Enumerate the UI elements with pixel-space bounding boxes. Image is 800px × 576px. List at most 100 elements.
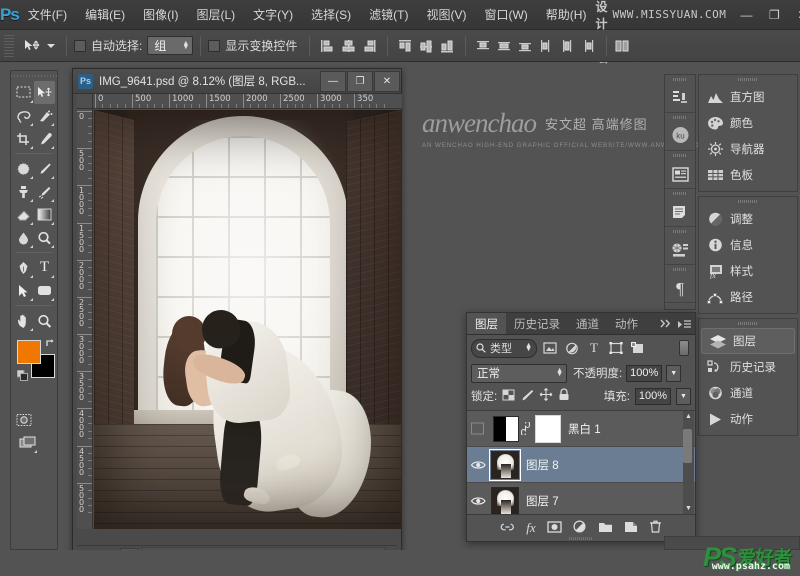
lock-transparent-pixels-icon[interactable] <box>502 389 515 404</box>
screen-mode-button[interactable] <box>17 431 38 454</box>
layer-thumbnail[interactable] <box>491 487 519 515</box>
panel-button-actions[interactable]: 动作 <box>699 406 797 432</box>
opacity-chevron-down-icon[interactable]: ▼ <box>666 365 681 382</box>
move-tool[interactable] <box>34 81 55 104</box>
tab-history[interactable]: 历史记录 <box>506 313 568 334</box>
horizontal-type-tool[interactable]: T <box>34 256 55 279</box>
swap-colors-icon[interactable] <box>45 338 56 349</box>
panel-button-paths[interactable]: 路径 <box>699 284 797 310</box>
menu-item-help[interactable]: 帮助(H) <box>537 4 596 26</box>
pen-tool[interactable] <box>13 256 34 279</box>
panel-menu-icon[interactable] <box>678 319 691 329</box>
layer-visibility-toggle[interactable] <box>467 447 489 483</box>
rectangular-marquee-tool[interactable] <box>13 81 34 104</box>
blur-tool[interactable] <box>13 226 34 249</box>
layer-name[interactable]: 图层 8 <box>526 457 559 473</box>
menu-item-edit[interactable]: 编辑(E) <box>76 4 134 26</box>
auto-align-layers-icon[interactable] <box>614 39 631 53</box>
scroll-down-arrow-icon[interactable]: ▼ <box>683 503 694 514</box>
layers-panel-resize-grip[interactable] <box>569 537 593 540</box>
lock-image-pixels-icon[interactable] <box>520 389 534 404</box>
align-bottom-edges-icon[interactable] <box>440 39 455 53</box>
minimize-button[interactable]: — <box>732 6 760 24</box>
lock-position-icon[interactable] <box>539 388 553 404</box>
panel-group-1-grip[interactable] <box>699 75 797 84</box>
opacity-value[interactable]: 100% <box>626 365 662 382</box>
horizontal-ruler[interactable]: 050010001500200025003000350 <box>93 94 402 109</box>
quick-selection-tool[interactable] <box>34 104 55 127</box>
filter-adjustment-icon[interactable] <box>563 339 581 358</box>
filter-type-icon[interactable]: T <box>585 339 603 358</box>
align-top-edges-icon[interactable] <box>398 39 413 53</box>
document-title-bar[interactable]: Ps IMG_9641.psd @ 8.12% (图层 8, RGB... — … <box>73 69 401 94</box>
table-row[interactable]: 图层 8 <box>467 447 695 483</box>
layer-mask-link-icon[interactable] <box>519 422 531 435</box>
zoom-tool[interactable] <box>34 309 55 332</box>
show-transform-controls-checkbox[interactable] <box>208 40 220 52</box>
mini-bridge-icon[interactable] <box>665 75 695 113</box>
layer-visibility-toggle[interactable] <box>467 411 489 447</box>
hand-tool[interactable] <box>13 309 34 332</box>
auto-select-dropdown[interactable]: 组 ▲▼ <box>147 36 193 55</box>
new-fill-adjustment-button[interactable] <box>573 520 587 536</box>
auto-select-checkbox[interactable] <box>74 40 86 52</box>
distribute-left-edges-icon[interactable] <box>539 39 554 53</box>
layer-thumbnail[interactable] <box>491 451 519 479</box>
close-button[interactable]: ✕ <box>788 6 800 24</box>
scrollbar-thumb[interactable] <box>683 429 692 463</box>
paragraph-icon[interactable]: ¶ <box>665 265 695 303</box>
panel-button-layers[interactable]: 图层 <box>701 328 795 354</box>
layer-style-button[interactable]: fx <box>526 520 535 536</box>
lock-all-icon[interactable] <box>558 388 570 404</box>
document-maximize-button[interactable]: ❐ <box>347 71 373 92</box>
filter-toggle-switch[interactable] <box>679 340 689 356</box>
canvas-area[interactable] <box>94 110 401 529</box>
layer-visibility-toggle[interactable] <box>467 483 489 516</box>
panel-button-navigator[interactable]: 导航器 <box>699 136 797 162</box>
expand-panels-icon[interactable] <box>660 319 673 328</box>
menu-item-filter[interactable]: 滤镜(T) <box>360 4 417 26</box>
distribute-top-edges-icon[interactable] <box>476 39 491 53</box>
3d-icon[interactable] <box>665 227 695 265</box>
table-row[interactable]: 图层 7 <box>467 483 695 515</box>
distribute-right-edges-icon[interactable] <box>581 39 596 53</box>
layer-name[interactable]: 图层 7 <box>526 493 559 509</box>
lasso-tool[interactable] <box>13 104 34 127</box>
delete-layer-button[interactable] <box>649 520 662 536</box>
measurement-log-icon[interactable] <box>665 151 695 189</box>
tool-preset-chevron-down-icon[interactable] <box>47 44 55 48</box>
menu-item-file[interactable]: 文件(F) <box>19 4 76 26</box>
layers-scrollbar[interactable]: ▲ ▼ <box>683 411 694 514</box>
align-left-edges-icon[interactable] <box>320 39 335 53</box>
align-horizontal-centers-icon[interactable] <box>341 39 356 53</box>
tools-panel-grip[interactable] <box>11 71 57 81</box>
brush-tool[interactable] <box>34 157 55 180</box>
path-selection-tool[interactable] <box>13 279 34 302</box>
kuler-icon[interactable]: ku <box>665 113 695 151</box>
fill-chevron-down-icon[interactable]: ▼ <box>676 388 691 405</box>
eraser-tool[interactable] <box>13 203 34 226</box>
vertical-ruler[interactable]: 0500100015002000250030003500400045005000 <box>77 109 93 529</box>
layer-adjustment-thumbnail[interactable] <box>493 416 519 442</box>
layers-list[interactable]: 黑白 1 图层 8 图层 7 <box>467 410 695 515</box>
ruler-corner[interactable] <box>77 94 93 109</box>
panel-button-channels[interactable]: 通道 <box>699 380 797 406</box>
panel-button-styles[interactable]: fx 样式 <box>699 258 797 284</box>
add-layer-mask-button[interactable] <box>547 521 562 536</box>
align-right-edges-icon[interactable] <box>362 39 377 53</box>
table-row[interactable]: 黑白 1 <box>467 411 695 447</box>
new-group-button[interactable] <box>598 521 613 536</box>
new-layer-button[interactable] <box>624 521 638 536</box>
menu-item-type[interactable]: 文字(Y) <box>244 4 302 26</box>
notes-icon[interactable] <box>665 189 695 227</box>
layer-name[interactable]: 黑白 1 <box>568 421 601 437</box>
document-close-button[interactable]: ✕ <box>374 71 400 92</box>
fill-value[interactable]: 100% <box>635 388 671 405</box>
menu-item-window[interactable]: 窗口(W) <box>475 4 536 26</box>
menu-item-select[interactable]: 选择(S) <box>302 4 360 26</box>
panel-button-swatches[interactable]: 色板 <box>699 162 797 188</box>
gradient-tool[interactable] <box>34 203 55 226</box>
menu-item-layer[interactable]: 图层(L) <box>187 4 244 26</box>
default-colors-icon[interactable] <box>17 370 28 381</box>
panel-button-history[interactable]: 历史记录 <box>699 354 797 380</box>
